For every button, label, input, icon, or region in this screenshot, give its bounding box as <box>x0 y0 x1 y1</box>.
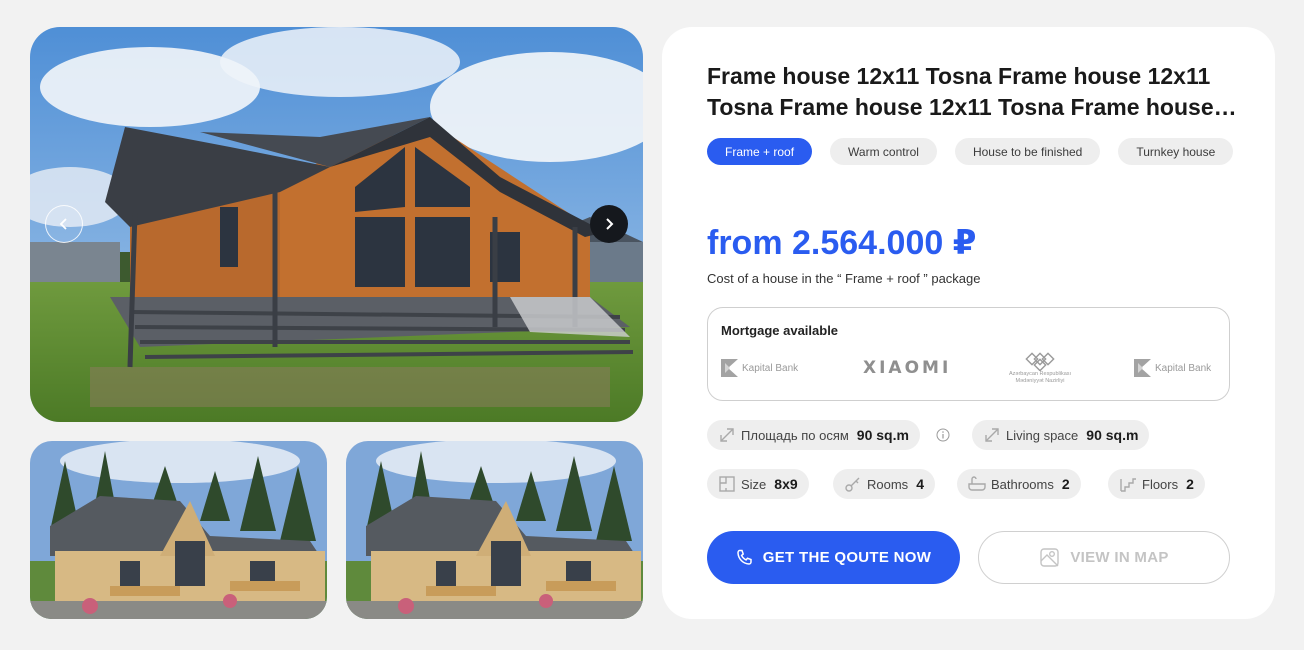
package-chip-turnkey[interactable]: Turnkey house <box>1118 138 1234 165</box>
info-icon[interactable] <box>936 428 950 442</box>
listing-title: Frame house 12x11 Tosna Frame house 12x1… <box>707 63 1214 120</box>
kapital-bank-logo-icon <box>1134 359 1151 377</box>
package-chip-to-be-finished[interactable]: House to be finished <box>954 138 1101 165</box>
gallery-next-button[interactable] <box>590 205 628 243</box>
gallery-prev-button[interactable] <box>45 205 83 243</box>
feature-rooms: Rooms 4 <box>833 469 935 499</box>
view-in-map-button[interactable]: VIEW IN MAP <box>978 531 1230 584</box>
listing-card: Frame house 12x11 Tosna Frame house 12x1… <box>662 27 1275 619</box>
feature-floors: Floors 2 <box>1108 469 1205 499</box>
house-render-image <box>30 441 327 619</box>
house-render-image <box>346 441 643 619</box>
main-photo[interactable] <box>30 27 643 422</box>
get-quote-button[interactable]: GET THE QOUTE NOW <box>707 531 960 584</box>
price: from 2.564.000 ₽ <box>707 224 977 262</box>
bathtub-icon <box>968 476 986 491</box>
chevron-right-icon <box>606 218 614 230</box>
kapital-bank-logo-icon <box>721 359 738 377</box>
thumbnail-photo-1[interactable] <box>30 441 327 619</box>
phone-icon <box>737 549 752 565</box>
feature-living-space: Living space 90 sq.m <box>972 420 1150 450</box>
expand-arrows-icon <box>720 428 734 442</box>
package-chip-frame-roof[interactable]: Frame + roof <box>707 138 813 165</box>
thumbnail-photo-2[interactable] <box>346 441 643 619</box>
price-note: Cost of a house in the “ Frame + roof ” … <box>707 271 981 286</box>
floorplan-icon <box>719 476 735 492</box>
expand-arrows-icon <box>985 428 999 442</box>
mortgage-title: Mortgage available <box>721 323 839 338</box>
feature-axis-area: Площадь по осям 90 sq.m <box>707 420 920 450</box>
map-icon <box>1040 548 1060 567</box>
xiaomi-logo-icon: XIAOMI <box>863 358 952 378</box>
mortgage-box: Mortgage available Kapital Bank XIAOMI A… <box>707 307 1230 401</box>
key-icon <box>845 477 860 492</box>
package-chip-warm-control[interactable]: Warm control <box>830 138 937 165</box>
bank-logo-xiaomi: XIAOMI <box>863 350 951 386</box>
ministry-logo-icon <box>1025 352 1055 371</box>
bank-logo-kapital: Kapital Bank <box>1134 350 1211 386</box>
bank-logo-ministry: Azərbaycan Respublikası Mədəniyyət Nazir… <box>1000 350 1080 386</box>
stairs-icon <box>1120 478 1136 492</box>
chevron-left-icon <box>59 218 67 230</box>
feature-bathrooms: Bathrooms 2 <box>957 469 1081 499</box>
feature-size: Size 8x9 <box>707 469 809 499</box>
bank-logo-kapital: Kapital Bank <box>721 350 798 386</box>
house-photo-image <box>30 27 643 422</box>
package-chips: Frame + roof Warm control House to be fi… <box>707 138 1247 165</box>
